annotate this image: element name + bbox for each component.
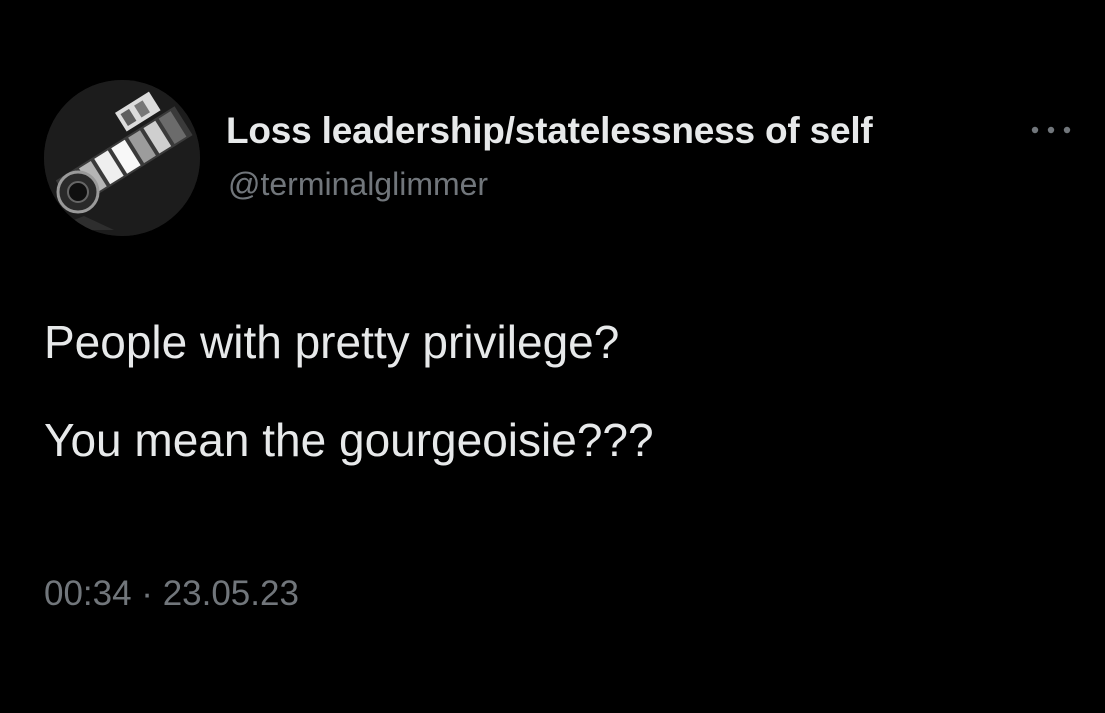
tweet-text-line: You mean the gourgeoisie??? [44, 414, 654, 466]
author-handle[interactable]: @terminalglimmer [228, 166, 488, 203]
tweet-text: People with pretty privilege? You mean t… [44, 312, 654, 508]
author-display-name[interactable]: Loss leadership/statelessness of self [226, 110, 873, 152]
avatar[interactable] [44, 80, 200, 236]
more-options-icon[interactable] [1027, 120, 1077, 140]
tweet-card: Loss leadership/statelessness of self @t… [0, 0, 1105, 713]
tweet-text-line: People with pretty privilege? [44, 316, 620, 368]
avatar-image [44, 80, 200, 236]
tweet-timestamp[interactable]: 00:34 · 23.05.23 [44, 574, 299, 614]
